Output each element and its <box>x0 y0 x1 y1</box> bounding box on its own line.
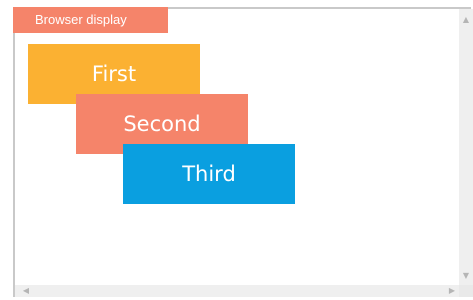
horizontal-scrollbar[interactable]: ◀ ▶ <box>15 285 459 297</box>
box-third: Third <box>123 144 295 204</box>
browser-display-tag: Browser display <box>13 7 168 33</box>
scroll-right-icon[interactable]: ▶ <box>445 285 459 297</box>
scrollbar-corner <box>459 285 473 297</box>
scroll-down-icon[interactable]: ▼ <box>459 269 473 283</box>
scroll-up-icon[interactable]: ▲ <box>459 13 473 27</box>
scroll-left-icon[interactable]: ◀ <box>19 285 33 297</box>
vertical-scrollbar[interactable]: ▲ ▼ <box>459 9 473 285</box>
